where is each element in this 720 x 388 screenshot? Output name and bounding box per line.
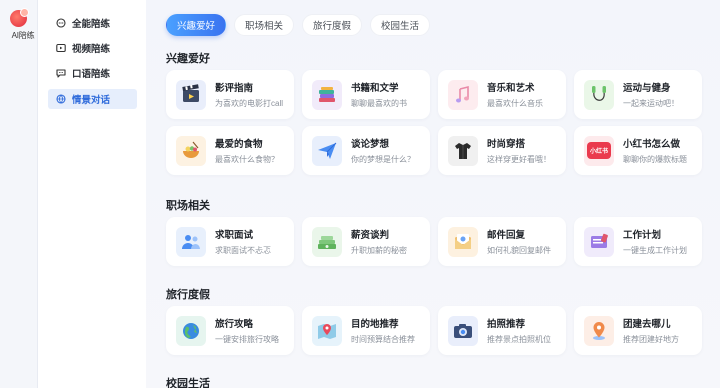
card-subtitle: 这样穿更好看哦！ xyxy=(487,155,551,164)
menu-item-speaking[interactable]: 口语陪练 xyxy=(48,63,137,83)
app-logo[interactable]: AI陪练 xyxy=(4,8,35,40)
card-title: 团建去哪儿 xyxy=(623,319,671,330)
card-destination[interactable]: 目的地推荐 时间预算结合推荐 xyxy=(302,306,430,355)
app-rail: AI陪练 xyxy=(0,0,38,388)
menu-item-label: 全能陪练 xyxy=(72,19,111,30)
card-email-reply[interactable]: 邮件回复 如何礼貌回复邮件 xyxy=(438,217,566,266)
card-favorite-food[interactable]: 最爱的食物 最喜欢什么食物？ xyxy=(166,126,294,175)
chat-bubble-icon xyxy=(56,18,66,28)
money-stack-icon xyxy=(312,226,342,257)
card-title: 求职面试 xyxy=(215,230,254,241)
card-title: 书籍和文学 xyxy=(351,83,399,94)
card-title: 影评指南 xyxy=(215,83,254,94)
workplace-grid: 求职面试 求职面试不忐忑 薪资谈判 升职加薪的秘密 邮件回复 如何礼貌回复邮件 xyxy=(166,217,702,266)
menu-item-scenario[interactable]: 情景对话 xyxy=(48,89,137,109)
menu-item-video[interactable]: 视频陪练 xyxy=(48,38,137,58)
section-title-campus: 校园生活 xyxy=(166,378,210,388)
section-title-workplace: 职场相关 xyxy=(166,200,210,212)
card-subtitle: 求职面试不忐忑 xyxy=(215,246,271,255)
main-content: 兴趣爱好 职场相关 旅行度假 校园生活 兴趣爱好 影评指南 为喜欢的电影打cal… xyxy=(146,0,720,388)
outfit-icon xyxy=(448,135,478,166)
card-subtitle: 为喜欢的电影打call xyxy=(215,99,284,108)
card-movie-review[interactable]: 影评指南 为喜欢的电影打call xyxy=(166,70,294,119)
card-subtitle: 一键安排旅行攻略 xyxy=(215,335,279,344)
menu-item-label: 情景对话 xyxy=(72,95,111,106)
location-icon xyxy=(584,315,614,346)
card-subtitle: 一起来运动吧！ xyxy=(623,99,679,108)
menu-item-label: 视频陪练 xyxy=(72,44,111,55)
card-subtitle: 最喜欢什么音乐 xyxy=(487,99,543,108)
card-title: 目的地推荐 xyxy=(351,319,399,330)
card-title: 最爱的食物 xyxy=(215,139,263,150)
card-books-literature[interactable]: 书籍和文学 聊聊最喜欢的书 xyxy=(302,70,430,119)
card-title: 旅行攻略 xyxy=(215,319,254,330)
tab-hobbies[interactable]: 兴趣爱好 xyxy=(166,14,227,36)
card-travel-guide[interactable]: 旅行攻略 一键安排旅行攻略 xyxy=(166,306,294,355)
speech-bubble-icon xyxy=(56,68,66,78)
xiaohongshu-icon: 小红书 xyxy=(584,135,614,166)
card-work-plan[interactable]: 工作计划 一键生成工作计划 xyxy=(574,217,702,266)
camera-icon xyxy=(448,315,478,346)
card-title: 时尚穿搭 xyxy=(487,139,526,150)
category-tabs: 兴趣爱好 职场相关 旅行度假 校园生活 xyxy=(166,14,431,36)
tab-campus[interactable]: 校园生活 xyxy=(370,14,431,36)
card-team-building[interactable]: 团建去哪儿 推荐团建好地方 xyxy=(574,306,702,355)
travel-grid: 旅行攻略 一键安排旅行攻略 目的地推荐 时间预算结合推荐 拍照推荐 推荐景点拍照… xyxy=(166,306,702,355)
card-title: 拍照推荐 xyxy=(487,319,526,330)
card-title: 薪资谈判 xyxy=(351,230,390,241)
food-bowl-icon xyxy=(176,135,206,166)
card-talk-dreams[interactable]: 谈论梦想 你的梦想是什么？ xyxy=(302,126,430,175)
card-xiaohongshu[interactable]: 小红书 小红书怎么做 聊聊你的爆款标题 xyxy=(574,126,702,175)
card-photo-spots[interactable]: 拍照推荐 推荐景点拍照机位 xyxy=(438,306,566,355)
video-icon xyxy=(56,43,66,53)
film-icon xyxy=(176,79,206,110)
card-sports-fitness[interactable]: 运动与健身 一起来运动吧！ xyxy=(574,70,702,119)
card-title: 工作计划 xyxy=(623,230,662,241)
hobbies-grid: 影评指南 为喜欢的电影打call 书籍和文学 聊聊最喜欢的书 音乐和艺术 最喜欢… xyxy=(166,70,702,175)
section-title-travel: 旅行度假 xyxy=(166,289,210,301)
card-job-interview[interactable]: 求职面试 求职面试不忐忑 xyxy=(166,217,294,266)
card-subtitle: 聊聊你的爆款标题 xyxy=(623,155,687,164)
logo-text: AI陪练 xyxy=(11,31,35,40)
menu-item-all-round[interactable]: 全能陪练 xyxy=(48,13,137,33)
tab-travel[interactable]: 旅行度假 xyxy=(302,14,363,36)
card-subtitle: 升职加薪的秘密 xyxy=(351,246,407,255)
books-icon xyxy=(312,79,342,110)
logo-mark-icon xyxy=(10,8,29,27)
card-title: 邮件回复 xyxy=(487,230,526,241)
card-subtitle: 推荐景点拍照机位 xyxy=(487,335,551,344)
card-subtitle: 如何礼貌回复邮件 xyxy=(487,246,551,255)
xiaohongshu-badge: 小红书 xyxy=(587,142,611,159)
menu-item-label: 口语陪练 xyxy=(72,69,111,80)
tab-workplace[interactable]: 职场相关 xyxy=(234,14,295,36)
side-menu: 全能陪练 视频陪练 口语陪练 情景对话 xyxy=(38,0,146,388)
card-title: 谈论梦想 xyxy=(351,139,390,150)
card-subtitle: 聊聊最喜欢的书 xyxy=(351,99,407,108)
card-title: 运动与健身 xyxy=(623,83,671,94)
card-subtitle: 一键生成工作计划 xyxy=(623,246,687,255)
paper-plane-icon xyxy=(312,135,342,166)
card-salary-negotiation[interactable]: 薪资谈判 升职加薪的秘密 xyxy=(302,217,430,266)
section-title-hobbies: 兴趣爱好 xyxy=(166,53,210,65)
card-title: 小红书怎么做 xyxy=(623,139,681,150)
card-subtitle: 你的梦想是什么？ xyxy=(351,155,415,164)
card-music-art[interactable]: 音乐和艺术 最喜欢什么音乐 xyxy=(438,70,566,119)
work-plan-icon xyxy=(584,226,614,257)
card-subtitle: 时间预算结合推荐 xyxy=(351,335,415,344)
map-pin-icon xyxy=(312,315,342,346)
card-title: 音乐和艺术 xyxy=(487,83,535,94)
jump-rope-icon xyxy=(584,79,614,110)
globe-icon xyxy=(56,94,66,104)
card-subtitle: 推荐团建好地方 xyxy=(623,335,679,344)
earth-icon xyxy=(176,315,206,346)
interview-icon xyxy=(176,226,206,257)
card-fashion[interactable]: 时尚穿搭 这样穿更好看哦！ xyxy=(438,126,566,175)
mail-icon xyxy=(448,226,478,257)
music-notes-icon xyxy=(448,79,478,110)
card-subtitle: 最喜欢什么食物？ xyxy=(215,155,279,164)
